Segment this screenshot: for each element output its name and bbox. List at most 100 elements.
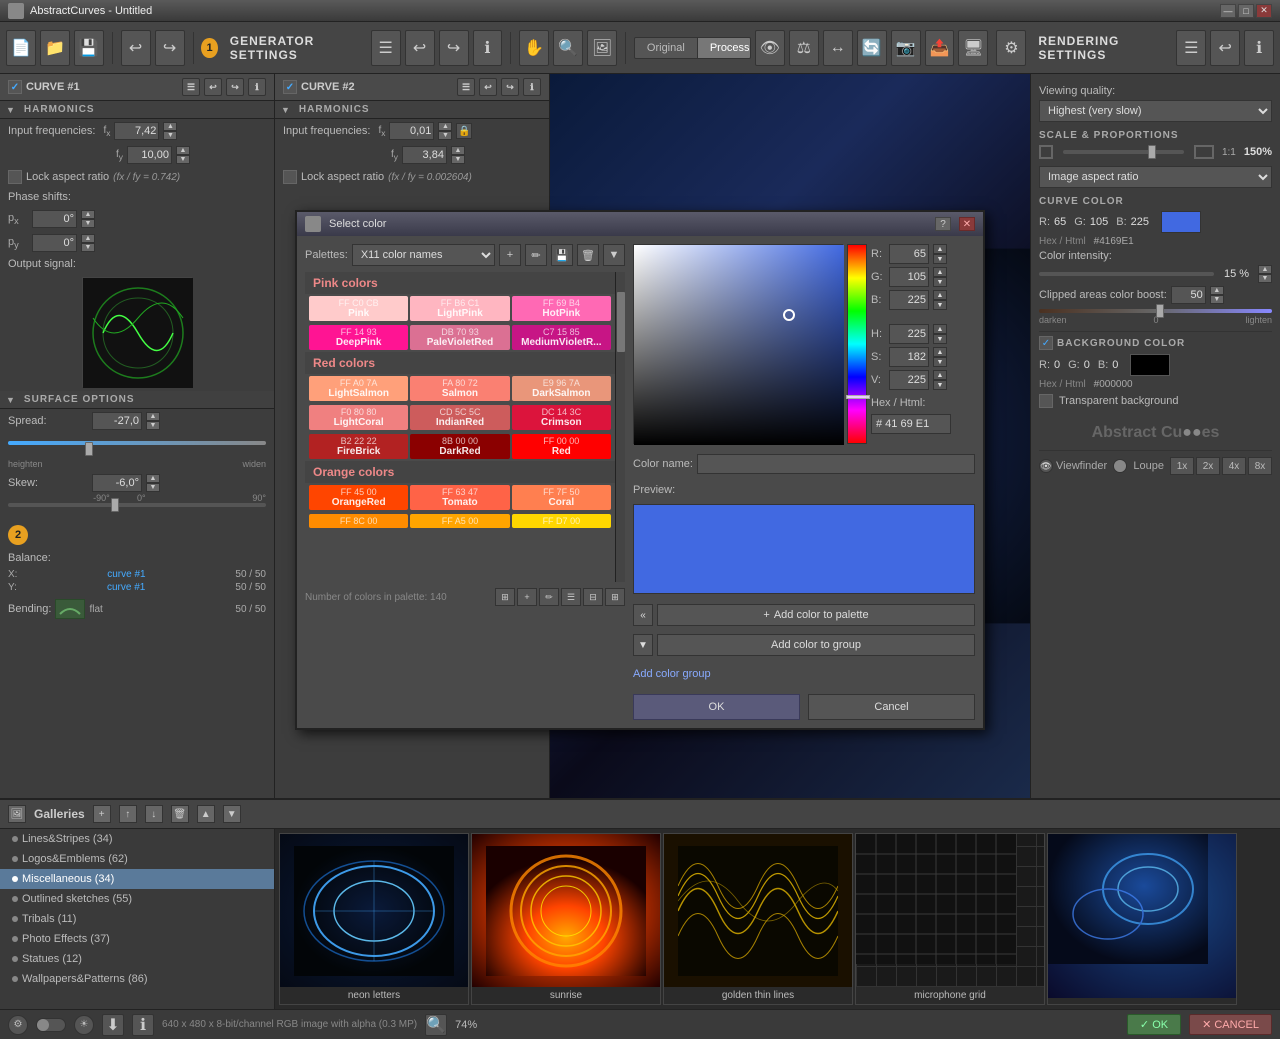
- spread-input[interactable]: [92, 412, 142, 430]
- gallery-add-btn[interactable]: +: [93, 805, 111, 823]
- color-Tomato[interactable]: FF 63 47 Tomato: [410, 485, 509, 510]
- curve2-fy-input[interactable]: [402, 146, 447, 164]
- curve2-fy-spinner[interactable]: ▲ ▼: [451, 146, 465, 164]
- intensity-slider[interactable]: [1039, 272, 1214, 276]
- zoom-1x-btn[interactable]: 1x: [1170, 457, 1194, 475]
- palette-edit-btn[interactable]: ✏: [525, 244, 547, 266]
- photo-tool[interactable]: 📷: [891, 30, 921, 66]
- curve2-fwd[interactable]: ↪: [501, 78, 519, 96]
- gallery-item-outlined[interactable]: Outlined sketches (55): [0, 889, 274, 909]
- maximize-button[interactable]: □: [1238, 4, 1254, 18]
- rgb-g-spinner[interactable]: ▲ ▼: [933, 267, 947, 287]
- skew-spinner[interactable]: ▲ ▼: [146, 474, 160, 492]
- tab-original[interactable]: Original: [635, 38, 698, 58]
- color-IndianRed[interactable]: CD 5C 5C IndianRed: [410, 405, 509, 430]
- gallery-import-btn[interactable]: ↓: [145, 805, 163, 823]
- monitor-tool[interactable]: 🖥: [958, 30, 988, 66]
- color-Coral[interactable]: FF 7F 50 Coral: [512, 485, 611, 510]
- boost-slider[interactable]: [1039, 309, 1272, 313]
- viewfinder-toggle[interactable]: 👁 Viewfinder: [1039, 459, 1107, 473]
- zoom-8x-btn[interactable]: 8x: [1248, 457, 1272, 475]
- dialog-help-btn[interactable]: ?: [935, 217, 951, 231]
- info-btn[interactable]: ☀: [74, 1015, 94, 1035]
- color-DeepPink[interactable]: FF 14 93 DeepPink: [309, 325, 408, 350]
- color-Red[interactable]: FF 00 00 Red: [512, 434, 611, 459]
- curve1-checkbox[interactable]: [8, 80, 22, 94]
- thumb-neon-letters[interactable]: neon letters: [279, 833, 469, 1005]
- curve1-py-spinner[interactable]: ▲ ▼: [81, 234, 95, 252]
- color-DarkOrange[interactable]: FF 8C 00: [309, 514, 408, 528]
- export-tool[interactable]: 📤: [925, 30, 955, 66]
- curve1-px-spinner[interactable]: ▲ ▼: [81, 210, 95, 228]
- gallery-item-logos[interactable]: Logos&Emblems (62): [0, 849, 274, 869]
- gallery-down-btn[interactable]: ▼: [223, 805, 241, 823]
- curve2-back[interactable]: ↩: [479, 78, 497, 96]
- palette-scrollbar[interactable]: [615, 272, 625, 582]
- rgb-r-spinner[interactable]: ▲ ▼: [933, 244, 947, 264]
- color-OrangeRed[interactable]: FF 45 00 OrangeRed: [309, 485, 408, 510]
- curve2-fx-spinner[interactable]: ▲ ▼: [438, 122, 452, 140]
- gallery-up-btn[interactable]: ▲: [197, 805, 215, 823]
- curve1-fx-input[interactable]: [114, 122, 159, 140]
- rgb-h-input[interactable]: [889, 324, 929, 344]
- boost-input[interactable]: [1171, 286, 1206, 304]
- palette-add-btn[interactable]: +: [499, 244, 521, 266]
- rgb-v-spinner[interactable]: ▲ ▼: [933, 370, 947, 390]
- color-LightPink[interactable]: FF B6 C1 LightPink: [410, 296, 509, 321]
- ok-button[interactable]: ✓ OK: [1127, 1014, 1181, 1035]
- add-to-palette-btn[interactable]: + Add color to palette: [657, 604, 975, 626]
- rgb-v-input[interactable]: [889, 370, 929, 390]
- settings-btn[interactable]: ⚙: [8, 1015, 28, 1035]
- curve-color-swatch[interactable]: [1161, 211, 1201, 233]
- rgb-s-spinner[interactable]: ▲ ▼: [933, 347, 947, 367]
- palette-footer-btn3[interactable]: ✏: [539, 588, 559, 606]
- zoom-2x-btn[interactable]: 2x: [1196, 457, 1220, 475]
- palette-footer-btn1[interactable]: ⊞: [495, 588, 515, 606]
- color-DarkRed[interactable]: 8B 00 00 DarkRed: [410, 434, 509, 459]
- palette-select[interactable]: X11 color names: [352, 244, 495, 266]
- palette-footer-btn2[interactable]: +: [517, 588, 537, 606]
- compare3-tool[interactable]: ↔: [823, 30, 853, 66]
- color-FireBrick[interactable]: B2 22 22 FireBrick: [309, 434, 408, 459]
- dialog-close-btn[interactable]: ✕: [959, 217, 975, 231]
- hex-input[interactable]: [871, 414, 951, 434]
- palette-save-btn[interactable]: 💾: [551, 244, 573, 266]
- color-name-input[interactable]: [697, 454, 975, 474]
- gallery-item-photo[interactable]: Photo Effects (37): [0, 929, 274, 949]
- rendering-back[interactable]: ↩: [1210, 30, 1240, 66]
- open-button[interactable]: 📁: [40, 30, 70, 66]
- curve1-fwd[interactable]: ↪: [226, 78, 244, 96]
- hue-slider[interactable]: [847, 244, 867, 444]
- color-Orange[interactable]: FF A5 00: [410, 514, 509, 528]
- rendering-tool[interactable]: ⚙: [996, 30, 1026, 66]
- gen-settings-fwd[interactable]: ↪: [439, 30, 469, 66]
- curve1-fy-spinner[interactable]: ▲ ▼: [176, 146, 190, 164]
- bg-color-checkbox[interactable]: [1039, 336, 1053, 350]
- curve2-menu[interactable]: ☰: [457, 78, 475, 96]
- tab-processed[interactable]: Processed: [698, 38, 751, 58]
- curve2-lock-btn[interactable]: 🔒: [456, 123, 472, 139]
- thumb-sunrise[interactable]: sunrise: [471, 833, 661, 1005]
- redo-button[interactable]: ↪: [155, 30, 185, 66]
- color-canvas[interactable]: [633, 244, 843, 444]
- intensity-spinner[interactable]: ▲ ▼: [1258, 265, 1272, 283]
- gallery-delete-btn[interactable]: 🗑: [171, 805, 189, 823]
- compare-tool[interactable]: 👁: [755, 30, 785, 66]
- color-DarkSalmon[interactable]: E9 96 7A DarkSalmon: [512, 376, 611, 401]
- quality-select[interactable]: Highest (very slow): [1039, 100, 1272, 122]
- curve1-lock-checkbox[interactable]: [8, 170, 22, 184]
- rendering-menu[interactable]: ☰: [1176, 30, 1206, 66]
- rgb-g-input[interactable]: [889, 267, 929, 287]
- undo-button[interactable]: ↩: [121, 30, 151, 66]
- skew-slider[interactable]: -90° 0° 90°: [8, 503, 266, 519]
- color-Salmon[interactable]: FA 80 72 Salmon: [410, 376, 509, 401]
- add-color-group-btn[interactable]: Add color group: [633, 666, 975, 682]
- color-HotPink[interactable]: FF 69 B4 HotPink: [512, 296, 611, 321]
- thumb-golden-lines[interactable]: golden thin lines: [663, 833, 853, 1005]
- add-group-dropdown-btn[interactable]: ▼: [633, 634, 653, 656]
- spread-slider[interactable]: [8, 441, 266, 457]
- palette-footer-btn5[interactable]: ⊟: [583, 588, 603, 606]
- rgb-s-input[interactable]: [889, 347, 929, 367]
- hand-tool[interactable]: ✋: [519, 30, 549, 66]
- add-to-group-btn[interactable]: Add color to group: [657, 634, 975, 656]
